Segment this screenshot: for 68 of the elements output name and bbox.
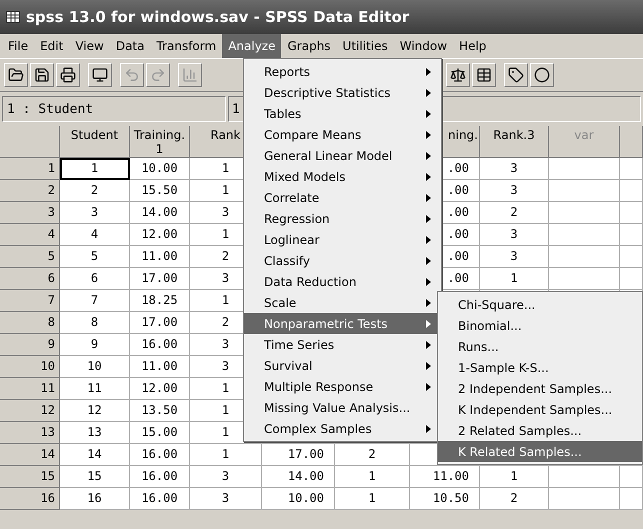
table-cell: 8 bbox=[60, 312, 130, 334]
row-number: 14 bbox=[0, 444, 60, 466]
row-number: 16 bbox=[0, 488, 60, 510]
row-number: 15 bbox=[0, 466, 60, 488]
table-cell: 13.50 bbox=[130, 400, 190, 422]
table-cell: 2 bbox=[60, 180, 130, 202]
table-cell: 1 bbox=[60, 158, 130, 180]
row-number: 5 bbox=[0, 246, 60, 268]
table-cell: 17.00 bbox=[262, 444, 335, 466]
table-cell: 13 bbox=[60, 422, 130, 444]
table-cell: 11.00 bbox=[410, 466, 480, 488]
row-number: 3 bbox=[0, 202, 60, 224]
table-cell: 4 bbox=[60, 224, 130, 246]
table-cell: 16.00 bbox=[130, 488, 190, 510]
table-cell: 3 bbox=[480, 246, 549, 268]
table-cell: 17.00 bbox=[130, 312, 190, 334]
table-cell: 3 bbox=[480, 180, 549, 202]
table-cell: 14 bbox=[60, 444, 130, 466]
table-cell: 1 bbox=[335, 466, 410, 488]
table-cell: 3 bbox=[60, 202, 130, 224]
table-cell: 15 bbox=[60, 466, 130, 488]
window-title: spss 13.0 for windows.sav - SPSS Data Editor bbox=[26, 8, 410, 26]
table-cell: 2 bbox=[480, 488, 549, 510]
table-cell: 16.00 bbox=[130, 444, 190, 466]
table-cell: 14.00 bbox=[130, 202, 190, 224]
table-cell: 3 bbox=[190, 466, 262, 488]
row-number: 4 bbox=[0, 224, 60, 246]
table-cell: 14.00 bbox=[262, 466, 335, 488]
table-cell: 3 bbox=[480, 158, 549, 180]
table-cell: 10.50 bbox=[410, 488, 480, 510]
table-cell: 12.00 bbox=[130, 378, 190, 400]
table-cell: 2 bbox=[335, 444, 410, 466]
table-cell: 15.50 bbox=[130, 180, 190, 202]
table-cell: 16 bbox=[60, 488, 130, 510]
table-cell: 5 bbox=[60, 246, 130, 268]
table-cell: 9 bbox=[60, 334, 130, 356]
row-number: 10 bbox=[0, 356, 60, 378]
table-cell: 1 bbox=[480, 466, 549, 488]
table-cell: 1 bbox=[190, 444, 262, 466]
table-cell: 12.00 bbox=[130, 224, 190, 246]
row-number: 13 bbox=[0, 422, 60, 444]
row-number: 2 bbox=[0, 180, 60, 202]
table-cell: 6 bbox=[60, 268, 130, 290]
table-cell: 10 bbox=[60, 356, 130, 378]
table-cell: 11 bbox=[60, 378, 130, 400]
row-number: 7 bbox=[0, 290, 60, 312]
row-number: 11 bbox=[0, 378, 60, 400]
table-cell: 16.00 bbox=[130, 334, 190, 356]
table-cell: 10.00 bbox=[262, 488, 335, 510]
table-cell: 2 bbox=[480, 202, 549, 224]
row-number: 9 bbox=[0, 334, 60, 356]
table-cell: 3 bbox=[480, 224, 549, 246]
row-number: 8 bbox=[0, 312, 60, 334]
table-cell: 15.00 bbox=[130, 422, 190, 444]
table-cell: 17.00 bbox=[130, 268, 190, 290]
row-number: 6 bbox=[0, 268, 60, 290]
table-cell: 1 bbox=[480, 268, 549, 290]
table-cell: 11.00 bbox=[130, 356, 190, 378]
table-cell: 11.00 bbox=[130, 246, 190, 268]
table-cell: 7 bbox=[60, 290, 130, 312]
table-cell: 1 bbox=[335, 488, 410, 510]
table-cell: 16.00 bbox=[130, 466, 190, 488]
table-cell: 18.25 bbox=[130, 290, 190, 312]
row-number: 12 bbox=[0, 400, 60, 422]
table-cell: 10.00 bbox=[130, 158, 190, 180]
row-number: 1 bbox=[0, 158, 60, 180]
table-cell: 12 bbox=[60, 400, 130, 422]
table-cell: 3 bbox=[190, 488, 262, 510]
